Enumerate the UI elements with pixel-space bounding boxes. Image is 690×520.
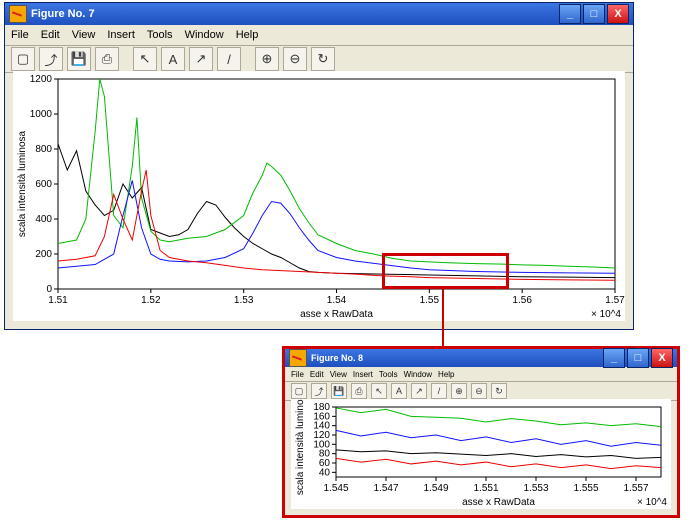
rotate-icon[interactable]: ↻	[311, 47, 335, 71]
text-icon[interactable]: A	[391, 383, 407, 399]
titlebar[interactable]: Figure No. 7 _ □ X	[5, 3, 633, 25]
text-icon[interactable]: A	[161, 47, 185, 71]
zoom-connector-line	[442, 286, 444, 346]
svg-text:1.52: 1.52	[141, 295, 161, 306]
svg-text:1.54: 1.54	[327, 295, 347, 306]
pointer-icon[interactable]: ↖	[133, 47, 157, 71]
arrow-icon[interactable]: ↗	[411, 383, 427, 399]
window-title: Figure No. 7	[31, 8, 95, 20]
svg-text:1.547: 1.547	[373, 483, 398, 494]
figure-window-main: Figure No. 7 _ □ X File Edit View Insert…	[4, 2, 634, 330]
svg-text:1000: 1000	[30, 109, 53, 120]
new-icon[interactable]: ▢	[11, 47, 35, 71]
zoom-out-icon[interactable]: ⊖	[283, 47, 307, 71]
arrow-icon[interactable]: ↗	[189, 47, 213, 71]
save-icon[interactable]: 💾	[67, 47, 91, 71]
svg-text:1.555: 1.555	[573, 483, 598, 494]
svg-text:1.56: 1.56	[512, 295, 532, 306]
open-icon[interactable]: ⤴	[311, 383, 327, 399]
minimize-button[interactable]: _	[559, 4, 581, 24]
save-icon[interactable]: 💾	[331, 383, 347, 399]
zoom-in-icon[interactable]: ⊕	[255, 47, 279, 71]
menu-edit[interactable]: Edit	[41, 29, 60, 41]
svg-text:× 10^4: × 10^4	[591, 309, 621, 320]
menu-help[interactable]: Help	[438, 370, 454, 379]
menu-insert[interactable]: Insert	[353, 370, 373, 379]
svg-text:180: 180	[313, 402, 330, 413]
menu-insert[interactable]: Insert	[107, 29, 135, 41]
svg-text:1.553: 1.553	[523, 483, 548, 494]
zoom-out-icon[interactable]: ⊖	[471, 383, 487, 399]
menubar-zoom: File Edit View Insert Tools Window Help	[285, 367, 677, 382]
svg-text:1.545: 1.545	[323, 483, 348, 494]
window-title-zoom: Figure No. 8	[311, 353, 363, 363]
svg-text:asse x RawData: asse x RawData	[462, 497, 535, 508]
svg-text:1.55: 1.55	[420, 295, 440, 306]
menu-file[interactable]: File	[11, 29, 29, 41]
menu-window[interactable]: Window	[404, 370, 432, 379]
svg-text:1.53: 1.53	[234, 295, 254, 306]
svg-text:800: 800	[35, 144, 52, 155]
toolbar: ▢ ⤴ 💾 ⎙ ↖ A ↗ / ⊕ ⊖ ↻	[5, 46, 633, 73]
menubar: File Edit View Insert Tools Window Help	[5, 25, 633, 46]
svg-text:200: 200	[35, 249, 52, 260]
zoom-in-icon[interactable]: ⊕	[451, 383, 467, 399]
maximize-button[interactable]: □	[627, 348, 649, 368]
menu-view[interactable]: View	[330, 370, 347, 379]
svg-text:scala intensità luminosa: scala intensità luminosa	[295, 399, 306, 495]
titlebar-zoom[interactable]: Figure No. 8 _ □ X	[285, 349, 677, 367]
app-icon	[289, 349, 307, 367]
line-icon[interactable]: /	[431, 383, 447, 399]
menu-tools[interactable]: Tools	[147, 29, 173, 41]
svg-text:asse x RawData: asse x RawData	[300, 309, 373, 320]
line-icon[interactable]: /	[217, 47, 241, 71]
svg-text:1.51: 1.51	[48, 295, 68, 306]
svg-text:1200: 1200	[30, 74, 53, 85]
menu-edit[interactable]: Edit	[310, 370, 324, 379]
minimize-button[interactable]: _	[603, 348, 625, 368]
zoom-highlight-box	[382, 253, 509, 289]
svg-text:1.557: 1.557	[623, 483, 648, 494]
new-icon[interactable]: ▢	[291, 383, 307, 399]
print-icon[interactable]: ⎙	[95, 47, 119, 71]
menu-window[interactable]: Window	[185, 29, 224, 41]
open-icon[interactable]: ⤴	[39, 47, 63, 71]
rotate-icon[interactable]: ↻	[491, 383, 507, 399]
menu-help[interactable]: Help	[236, 29, 259, 41]
svg-text:× 10^4: × 10^4	[637, 497, 667, 508]
menu-tools[interactable]: Tools	[379, 370, 398, 379]
plot-area-main[interactable]: 1.51 1.52 1.53 1.54 1.55 1.56 1.57 0 200 400 600 80…	[13, 71, 625, 321]
print-icon[interactable]: ⎙	[351, 383, 367, 399]
menu-file[interactable]: File	[291, 370, 304, 379]
maximize-button[interactable]: □	[583, 4, 605, 24]
figure-window-zoom: Figure No. 8 _ □ X File Edit View Insert…	[282, 346, 680, 518]
svg-text:600: 600	[35, 179, 52, 190]
app-icon	[9, 5, 27, 23]
plot-area-zoom[interactable]: 1.5451.5471.5491.5511.5531.5551.55740608…	[291, 399, 671, 509]
close-button[interactable]: X	[607, 4, 629, 24]
svg-text:scala intensità luminosa: scala intensità luminosa	[17, 130, 28, 237]
close-button[interactable]: X	[651, 348, 673, 368]
svg-text:1.549: 1.549	[423, 483, 448, 494]
svg-text:400: 400	[35, 214, 52, 225]
pointer-icon[interactable]: ↖	[371, 383, 387, 399]
svg-text:1.57: 1.57	[605, 295, 625, 306]
svg-text:1.551: 1.551	[473, 483, 498, 494]
menu-view[interactable]: View	[72, 29, 96, 41]
svg-text:0: 0	[46, 284, 52, 295]
